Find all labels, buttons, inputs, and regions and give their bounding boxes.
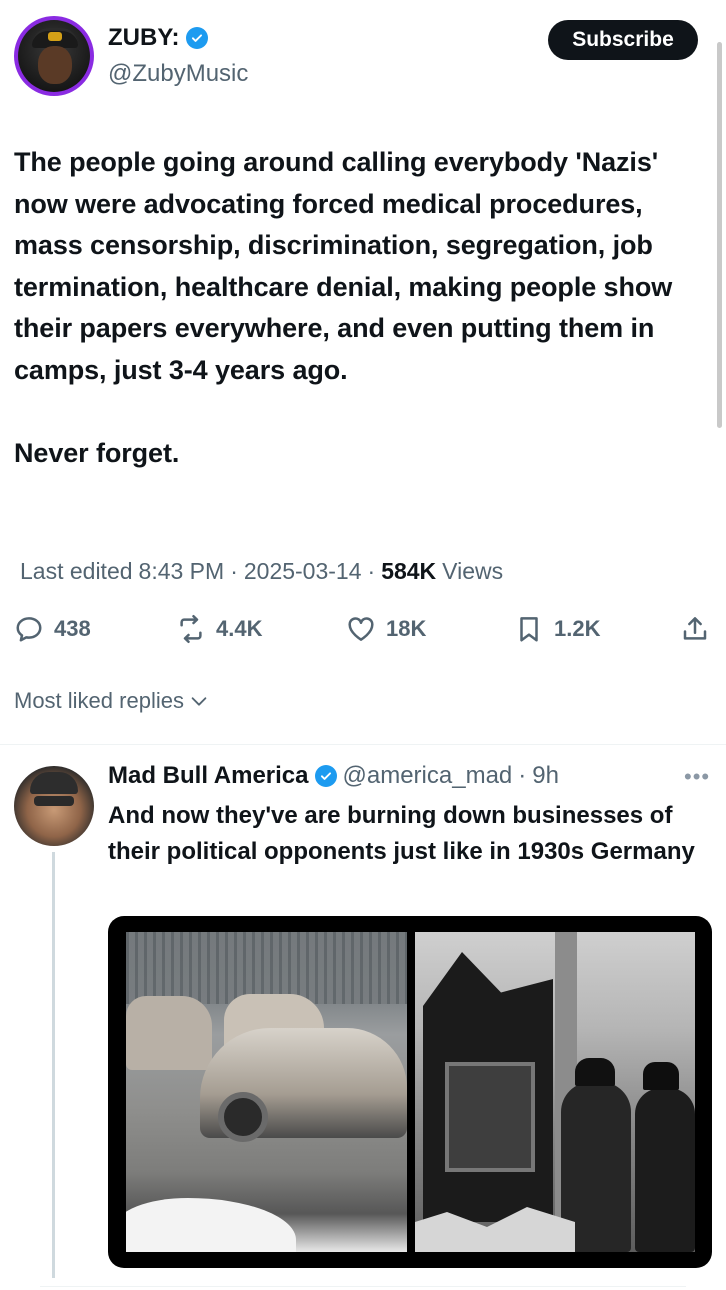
reply-age[interactable]: 9h — [532, 762, 559, 790]
meta-separator: · — [230, 558, 238, 584]
bookmark-icon — [520, 617, 538, 642]
reply-separator: · — [518, 762, 527, 789]
tweet-date[interactable]: 2025-03-14 — [244, 558, 362, 585]
like-count: 18K — [386, 616, 427, 641]
repost-icon — [180, 615, 202, 643]
burned-cars-photo[interactable] — [126, 932, 407, 1252]
tweet-text: The people going around calling everybod… — [14, 147, 673, 469]
reply-count: 438 — [54, 616, 91, 641]
verified-badge-icon — [314, 765, 337, 787]
author-handle[interactable]: @ZubyMusic — [108, 60, 248, 88]
meta-separator: · — [367, 558, 376, 584]
verified-badge-icon — [185, 27, 208, 49]
bookmark-button[interactable]: 1.2K — [514, 614, 600, 644]
replies-sort-dropdown[interactable]: Most liked replies — [14, 688, 210, 714]
thread-line — [52, 852, 55, 1278]
historical-photo[interactable] — [415, 932, 695, 1252]
share-icon — [683, 617, 707, 640]
reply-icon — [16, 617, 42, 642]
author-display-name[interactable]: ZUBY: — [108, 24, 180, 52]
replies-sort-label: Most liked replies — [14, 688, 184, 713]
reply-text: And now they've are burning down busines… — [108, 802, 695, 865]
repost-count: 4.4K — [216, 616, 263, 641]
reply-header: Mad Bull America @america_mad · 9h — [108, 762, 559, 790]
edited-label[interactable]: Last edited — [20, 558, 133, 585]
bookmark-count: 1.2K — [554, 616, 601, 641]
scrollbar[interactable] — [717, 42, 722, 428]
like-icon — [348, 617, 374, 641]
tweet-meta: Last edited 8:43 PM · 2025-03-14 · 584K … — [20, 558, 503, 585]
tweet-time[interactable]: 8:43 PM — [139, 558, 225, 585]
reply-media[interactable] — [108, 916, 712, 1268]
chevron-down-icon — [191, 697, 207, 706]
reply-author-handle[interactable]: @america_mad — [343, 762, 513, 790]
subscribe-button[interactable]: Subscribe — [548, 20, 698, 60]
bottom-divider — [40, 1286, 686, 1287]
share-button[interactable] — [680, 614, 710, 644]
author-name-row[interactable]: ZUBY: — [108, 24, 208, 52]
reply-author-avatar[interactable] — [14, 766, 94, 846]
like-button[interactable]: 18K — [346, 614, 426, 644]
author-avatar[interactable] — [14, 16, 94, 96]
reply-button[interactable]: 438 — [14, 614, 91, 644]
more-icon[interactable]: ••• — [684, 764, 710, 790]
repost-button[interactable]: 4.4K — [176, 614, 262, 644]
reply-author-name[interactable]: Mad Bull America — [108, 762, 309, 790]
views-label: Views — [442, 558, 504, 584]
divider — [0, 744, 726, 745]
views-count: 584K — [381, 558, 437, 584]
